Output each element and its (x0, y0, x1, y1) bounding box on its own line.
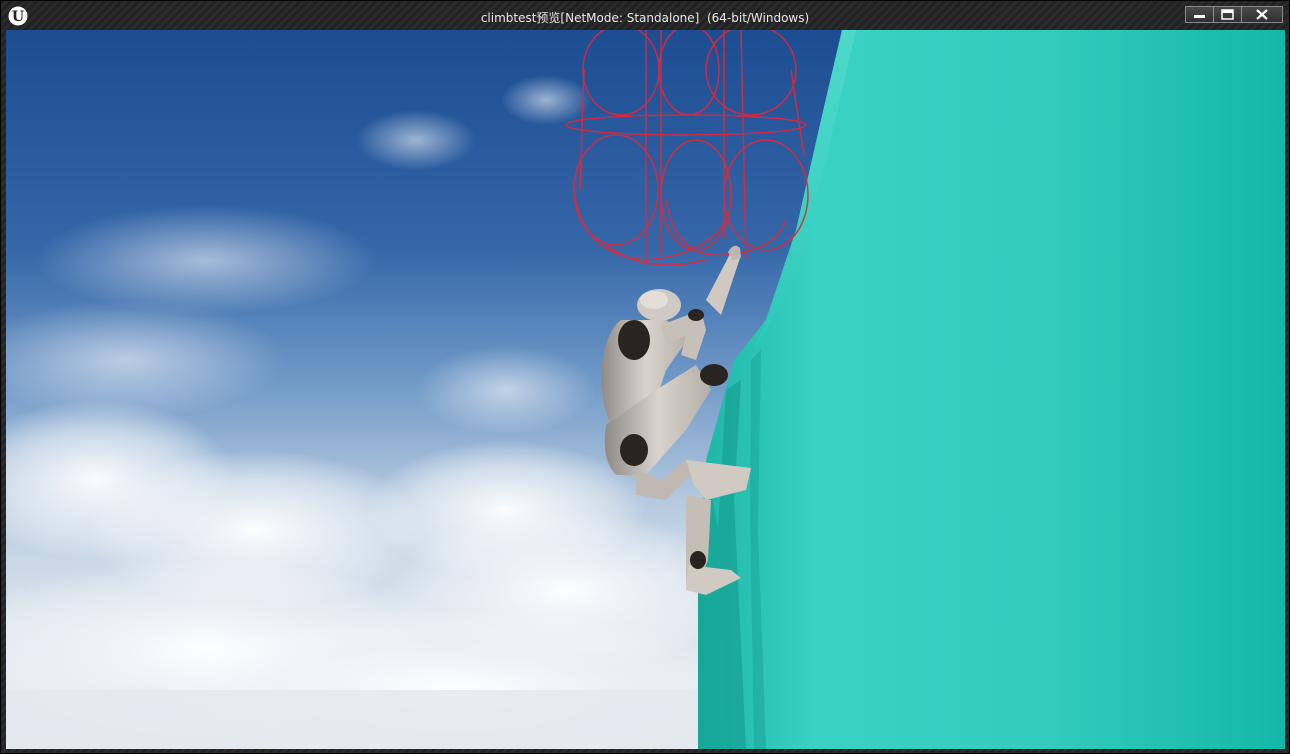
climbing-wall (698, 30, 1285, 749)
window-controls (1185, 6, 1283, 23)
scene-render (6, 30, 1285, 749)
game-window: U climbtest预览[NetMode: Standalone] (64-b… (0, 0, 1290, 754)
debug-trace-capsules (565, 30, 809, 266)
maximize-icon (1221, 9, 1234, 20)
minimize-button[interactable] (1186, 7, 1214, 22)
title-bar[interactable]: U climbtest预览[NetMode: Standalone] (64-b… (1, 1, 1289, 30)
game-viewport[interactable] (6, 30, 1285, 749)
window-title: climbtest预览[NetMode: Standalone] (64-bit… (480, 11, 810, 25)
close-icon (1256, 9, 1268, 20)
maximize-button[interactable] (1214, 7, 1242, 22)
close-button[interactable] (1242, 7, 1282, 22)
minimize-icon (1194, 15, 1205, 18)
